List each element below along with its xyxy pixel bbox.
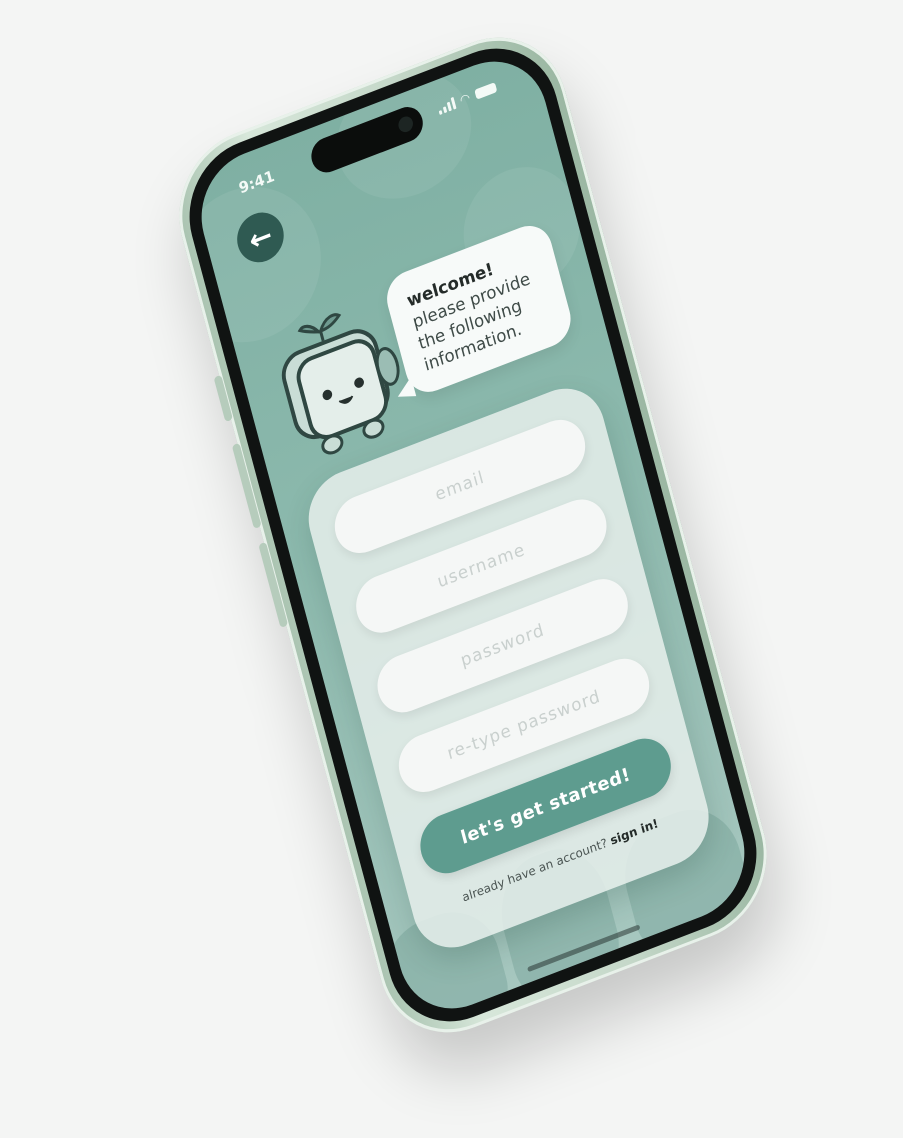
wifi-icon: ◠ [458,90,472,108]
welcome-speech-bubble: welcome! please provide the following in… [381,218,577,403]
arrow-left-icon: ← [245,217,276,258]
front-camera [396,114,415,135]
device-stage: 9:41 ◠ ← welcome! please provide the fol… [0,0,903,1138]
signin-link[interactable]: sign in! [609,816,660,848]
phone-mockup: 9:41 ◠ ← welcome! please provide the fol… [161,14,785,1056]
battery-icon [474,82,498,100]
speech-bubble-tail [394,376,417,403]
